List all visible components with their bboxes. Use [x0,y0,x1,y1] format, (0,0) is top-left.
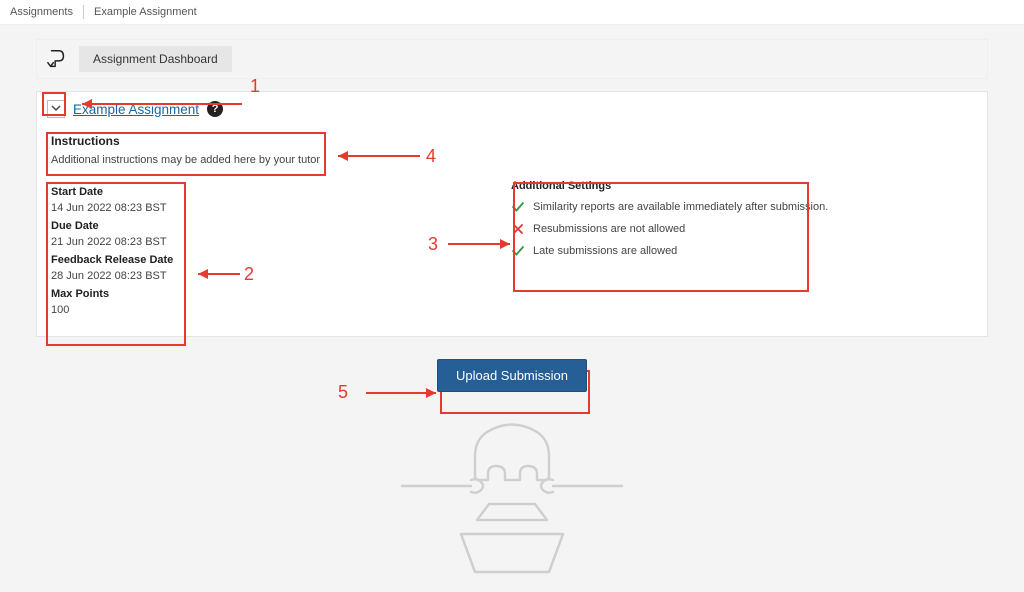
feedback-date-value: 28 Jun 2022 08:23 BST [51,270,211,282]
instructions-text: Additional instructions may be added her… [51,154,973,166]
breadcrumb: Assignments Example Assignment [0,0,1024,25]
feedback-date-label: Feedback Release Date [51,254,211,266]
dates-column: Start Date 14 Jun 2022 08:23 BST Due Dat… [51,180,211,322]
check-icon [511,200,525,214]
chevron-down-icon [51,103,61,116]
assignment-card: Example Assignment ? Instructions Additi… [36,91,988,337]
due-date-value: 21 Jun 2022 08:23 BST [51,236,211,248]
dashboard-header: Assignment Dashboard [36,39,988,79]
due-date-label: Due Date [51,220,211,232]
assignment-header-row: Example Assignment ? [47,100,977,118]
start-date-value: 14 Jun 2022 08:23 BST [51,202,211,214]
settings-column: Additional Settings Similarity reports a… [511,180,973,322]
setting-resubmission-text: Resubmissions are not allowed [533,223,685,235]
instructions-block: Instructions Additional instructions may… [51,134,973,166]
start-date-label: Start Date [51,186,211,198]
turnitin-logo-icon [45,47,69,71]
expand-toggle[interactable] [47,100,65,118]
empty-state-illustration [36,422,988,582]
max-points-value: 100 [51,304,211,316]
upload-submission-button[interactable]: Upload Submission [437,359,587,392]
cross-icon [511,222,525,236]
check-icon [511,244,525,258]
assignment-title-link[interactable]: Example Assignment [73,102,199,117]
help-icon[interactable]: ? [207,101,223,117]
setting-late: Late submissions are allowed [511,244,973,258]
max-points-label: Max Points [51,288,211,300]
breadcrumb-current[interactable]: Example Assignment [94,6,197,18]
settings-heading: Additional Settings [511,180,973,192]
breadcrumb-separator [83,5,84,19]
setting-late-text: Late submissions are allowed [533,245,677,257]
setting-similarity-text: Similarity reports are available immedia… [533,201,828,213]
instructions-heading: Instructions [51,134,973,148]
setting-similarity: Similarity reports are available immedia… [511,200,973,214]
breadcrumb-root[interactable]: Assignments [10,6,73,18]
setting-resubmission: Resubmissions are not allowed [511,222,973,236]
dashboard-title: Assignment Dashboard [79,46,232,72]
